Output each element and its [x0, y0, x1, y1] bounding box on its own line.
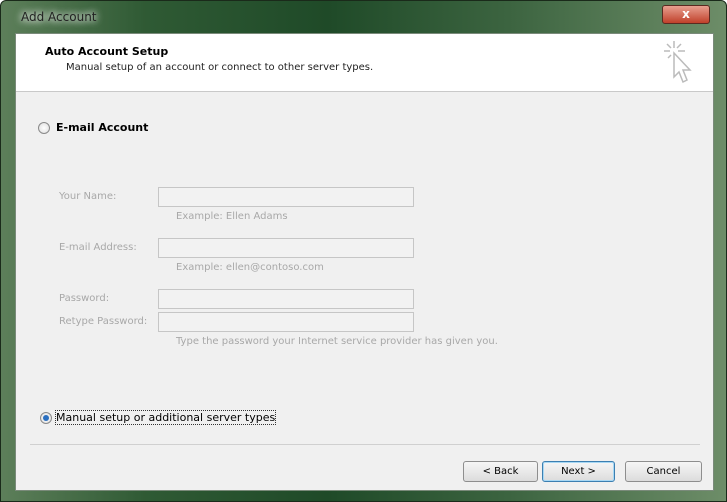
- password-label: Password:: [59, 293, 110, 304]
- email-account-radio[interactable]: [38, 122, 50, 134]
- window-title: Add Account: [21, 10, 97, 24]
- retype-password-input[interactable]: [158, 312, 414, 332]
- dialog-body: Auto Account Setup Manual setup of an ac…: [15, 33, 714, 491]
- retype-password-label: Retype Password:: [59, 316, 148, 327]
- password-hint: Type the password your Internet service …: [176, 336, 498, 347]
- cursor-click-icon: [664, 41, 692, 84]
- your-name-label: Your Name:: [59, 191, 117, 202]
- your-name-hint: Example: Ellen Adams: [176, 211, 288, 222]
- manual-setup-label[interactable]: Manual setup or additional server types: [54, 410, 277, 425]
- next-button[interactable]: Next >: [542, 461, 615, 482]
- back-button[interactable]: < Back: [463, 461, 538, 482]
- page-subtitle: Manual setup of an account or connect to…: [66, 62, 374, 73]
- email-address-input[interactable]: [158, 238, 414, 258]
- close-button[interactable]: x: [662, 5, 710, 24]
- your-name-input[interactable]: [158, 187, 414, 207]
- email-account-label[interactable]: E-mail Account: [56, 121, 148, 134]
- add-account-window: Add Account x Auto Account Setup Manual …: [0, 0, 727, 502]
- header-panel: Auto Account Setup Manual setup of an ac…: [16, 34, 713, 92]
- divider: [30, 444, 700, 445]
- manual-setup-radio[interactable]: [40, 412, 52, 424]
- cancel-button[interactable]: Cancel: [625, 461, 702, 482]
- email-address-hint: Example: ellen@contoso.com: [176, 262, 324, 273]
- page-title: Auto Account Setup: [45, 45, 169, 58]
- password-input[interactable]: [158, 289, 414, 309]
- email-address-label: E-mail Address:: [59, 242, 137, 253]
